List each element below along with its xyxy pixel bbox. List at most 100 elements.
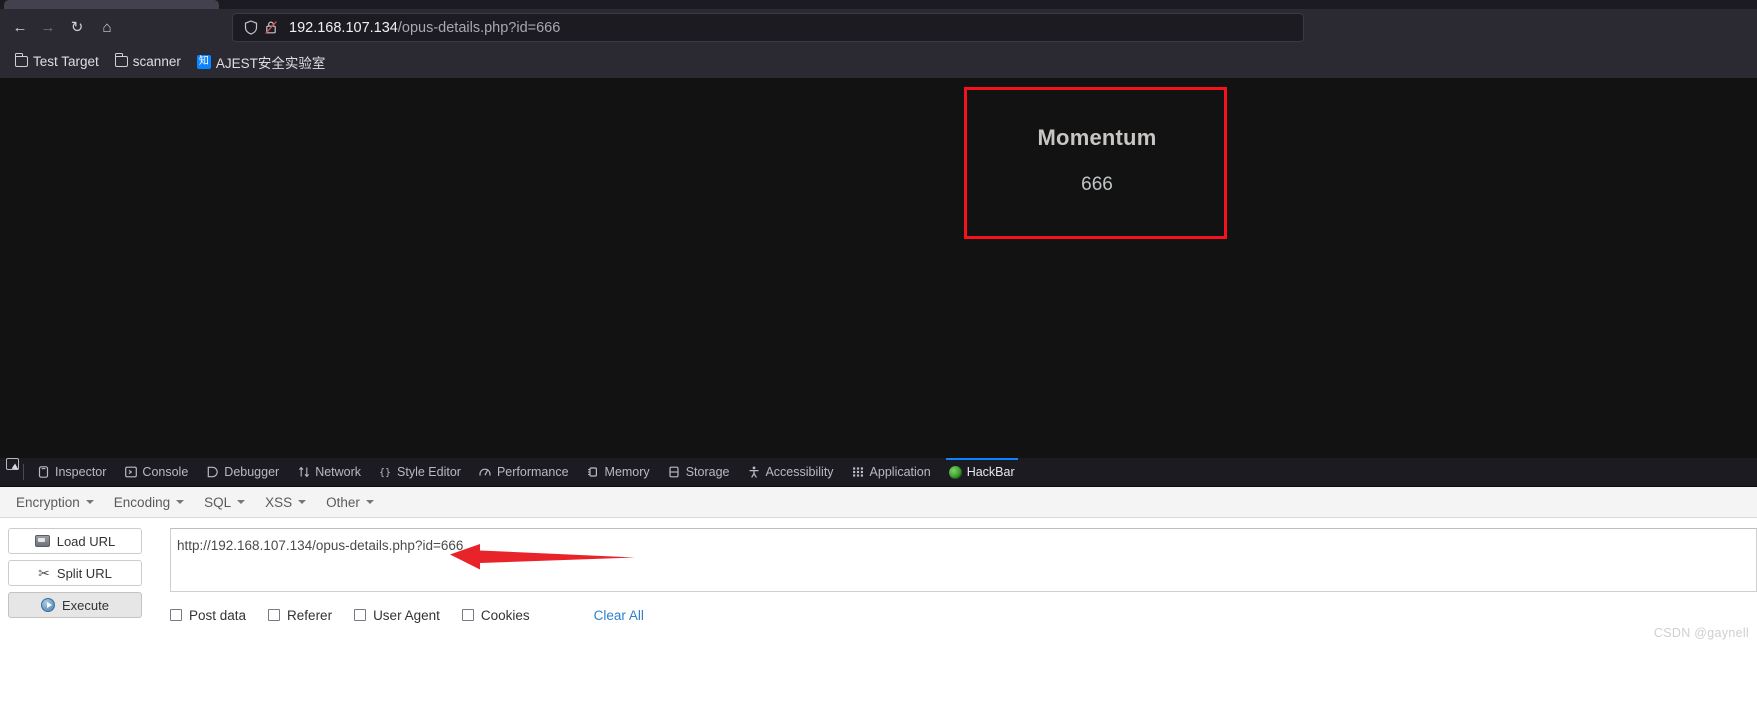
tab-style-editor[interactable]: {} Style Editor	[370, 458, 470, 486]
hackbar-action-buttons: Load URL ✂ Split URL Execute	[8, 528, 142, 624]
tab-label: Storage	[685, 465, 730, 479]
scissors-icon: ✂	[38, 565, 50, 581]
forward-icon[interactable]: →	[35, 14, 61, 40]
tab-application[interactable]: Application	[843, 458, 940, 486]
chevron-down-icon	[237, 500, 246, 504]
storage-icon	[668, 466, 681, 479]
tab-label: Application	[869, 465, 931, 479]
tab-accessibility[interactable]: Accessibility	[738, 458, 842, 486]
tab-inspector[interactable]: Inspector	[28, 458, 115, 486]
browser-tab[interactable]	[4, 0, 219, 9]
navigation-toolbar: ← → ↻ ⌂ 192.168.107.134/opus-details.php…	[0, 9, 1757, 45]
menu-label: Encryption	[16, 494, 80, 510]
debugger-icon	[206, 466, 219, 479]
tab-label: Performance	[496, 465, 569, 479]
folder-icon	[114, 53, 128, 67]
tab-strip	[0, 0, 1757, 9]
checkbox-user-agent[interactable]: User Agent	[354, 608, 440, 623]
page-viewport: Momentum 666	[0, 78, 1757, 458]
execute-button[interactable]: Execute	[8, 592, 142, 618]
split-url-button[interactable]: ✂ Split URL	[8, 560, 142, 586]
checkbox-icon[interactable]	[268, 609, 281, 621]
checkbox-label: Post data	[189, 607, 247, 623]
menu-encoding[interactable]: Encoding	[106, 491, 192, 514]
checkbox-label: Referer	[287, 607, 333, 623]
bookmarks-bar: Test Target scanner 知 AJEST安全实验室	[0, 45, 1757, 78]
devtools-panel: Inspector Console Debugger Network {} St…	[0, 458, 1757, 724]
hackbar-panel: Encryption Encoding SQL XSS Other Load U…	[0, 487, 1757, 724]
bookmark-scanner[interactable]: scanner	[108, 51, 188, 72]
bookmark-ajest[interactable]: 知 AJEST安全实验室	[190, 49, 333, 75]
tab-performance[interactable]: Performance	[470, 458, 578, 486]
folder-icon	[14, 53, 28, 67]
button-label: Load URL	[56, 533, 116, 549]
load-url-button[interactable]: Load URL	[8, 528, 142, 554]
bookmark-test-target[interactable]: Test Target	[8, 51, 106, 72]
checkbox-post-data[interactable]: Post data	[170, 608, 246, 623]
menu-xss[interactable]: XSS	[257, 491, 314, 514]
reload-icon[interactable]: ↻	[64, 14, 90, 40]
address-bar-text: 192.168.107.134/opus-details.php?id=666	[289, 20, 560, 36]
tab-label: Memory	[604, 465, 650, 479]
menu-label: XSS	[265, 494, 293, 510]
hackbar-options-row: Post data Referer User Agent Cookies Cle…	[170, 604, 644, 626]
tab-network[interactable]: Network	[288, 458, 370, 486]
tab-memory[interactable]: Memory	[578, 458, 659, 486]
tab-hackbar[interactable]: HackBar	[940, 458, 1024, 486]
menu-label: Other	[326, 494, 360, 510]
browser-chrome: ← → ↻ ⌂ 192.168.107.134/opus-details.php…	[0, 0, 1757, 78]
chevron-down-icon	[365, 500, 374, 504]
tab-console[interactable]: Console	[115, 458, 197, 486]
toolbar-divider	[23, 464, 24, 480]
console-icon	[124, 466, 137, 479]
memory-icon	[587, 466, 600, 479]
hackbar-icon	[948, 465, 962, 479]
lock-crossed-icon[interactable]	[261, 18, 281, 38]
tab-label: Style Editor	[397, 465, 461, 479]
bookmark-label: AJEST安全实验室	[215, 55, 326, 71]
momentum-card: Momentum 666	[968, 90, 1226, 250]
checkbox-icon[interactable]	[170, 609, 182, 621]
back-icon[interactable]: ←	[7, 14, 33, 40]
home-icon[interactable]: ⌂	[94, 14, 120, 40]
site-favicon-icon: 知	[196, 54, 211, 69]
clear-all-link[interactable]: Clear All	[594, 608, 644, 623]
menu-label: Encoding	[113, 494, 171, 510]
chevron-down-icon	[85, 500, 94, 504]
bookmark-label: Test Target	[33, 54, 99, 69]
style-editor-icon: {}	[379, 466, 392, 479]
tab-label: HackBar	[966, 465, 1015, 479]
inspector-icon	[37, 466, 50, 479]
checkbox-icon[interactable]	[461, 609, 474, 621]
load-url-icon	[34, 535, 50, 547]
tab-label: Debugger	[224, 465, 280, 479]
address-bar[interactable]: 192.168.107.134/opus-details.php?id=666	[232, 13, 1304, 42]
page-title: Momentum	[1037, 125, 1157, 150]
request-url-value: http://192.168.107.134/opus-details.php?…	[177, 538, 464, 553]
request-url-textarea[interactable]: http://192.168.107.134/opus-details.php?…	[170, 528, 1757, 592]
bookmark-label: scanner	[132, 54, 181, 69]
checkbox-icon[interactable]	[354, 609, 367, 621]
checkbox-referer[interactable]: Referer	[268, 608, 332, 623]
checkbox-cookies[interactable]: Cookies	[461, 607, 530, 623]
tab-label: Console	[142, 465, 189, 479]
menu-label: SQL	[204, 494, 232, 510]
menu-other[interactable]: Other	[318, 491, 382, 514]
momentum-value: 666	[1081, 174, 1113, 195]
address-bar-path: /opus-details.php?id=666	[397, 19, 561, 36]
tab-label: Inspector	[55, 465, 107, 479]
performance-icon	[479, 466, 492, 479]
chevron-down-icon	[298, 500, 307, 504]
button-label: Execute	[62, 597, 109, 613]
menu-sql[interactable]: SQL	[196, 491, 253, 514]
menu-encryption[interactable]: Encryption	[8, 491, 102, 514]
shield-icon[interactable]	[241, 18, 261, 38]
tab-label: Network	[315, 465, 362, 479]
checkbox-label: User Agent	[373, 607, 440, 623]
tab-debugger[interactable]: Debugger	[197, 458, 288, 486]
chevron-down-icon	[176, 500, 185, 504]
checkbox-label: Cookies	[480, 607, 530, 623]
tab-storage[interactable]: Storage	[659, 458, 739, 486]
element-picker-icon[interactable]	[6, 458, 19, 470]
button-label: Split URL	[56, 565, 112, 581]
